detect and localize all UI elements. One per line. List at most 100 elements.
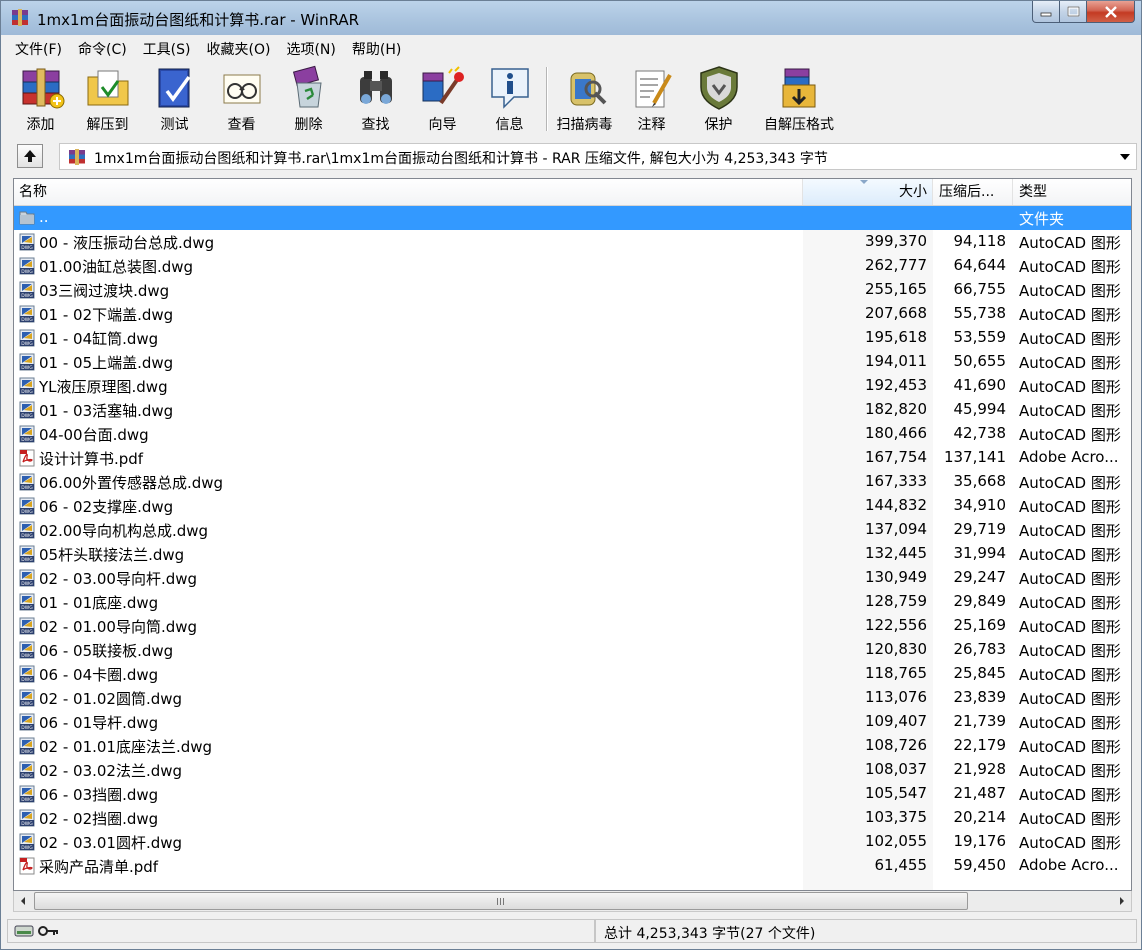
key-icon[interactable] [38,925,60,937]
sfx-button[interactable]: 自解压格式 [752,63,846,135]
file-type: AutoCAD 图形 [1019,786,1121,804]
file-row[interactable]: DWG 01 - 03活塞轴.dwg 182,820 45,994 AutoCAD 图形 [14,398,1131,422]
column-name[interactable]: 名称 [14,179,803,205]
file-row[interactable]: DWG 04-00台面.dwg 180,466 42,738 AutoCAD 图形 [14,422,1131,446]
sort-descending-icon [860,180,868,184]
file-row[interactable]: DWG 05杆头联接法兰.dwg 132,445 31,994 AutoCAD 图形 [14,542,1131,566]
file-row[interactable]: DWG 02 - 01.00导向筒.dwg 122,556 25,169 AutoCAD… [14,614,1131,638]
file-packed-size: 22,179 [953,736,1007,754]
scroll-left-button[interactable] [14,891,32,911]
file-size: 399,370 [864,232,927,250]
pdf-file-icon [19,449,35,467]
column-packed[interactable]: 压缩后... [933,179,1013,205]
up-one-level-button[interactable] [17,144,43,168]
info-button[interactable]: 信息 [476,63,543,135]
find-binoculars-icon [359,71,392,104]
file-row[interactable]: DWG 06 - 02支撑座.dwg 144,832 34,910 AutoCAD 图形 [14,494,1131,518]
chevron-down-icon[interactable] [1120,154,1130,160]
file-size: 192,453 [864,376,927,394]
file-list[interactable]: 名称 大小 压缩后... 类型 .. 文件夹 DWG 00 - 液压振动台总成.dwg… [13,178,1132,891]
file-row[interactable]: DWG 01 - 02下端盖.dwg 207,668 55,738 AutoCAD 图形 [14,302,1131,326]
view-button[interactable]: 查看 [208,63,275,135]
minimize-button[interactable] [1032,1,1060,23]
file-size: 180,466 [864,424,927,442]
pdf-file-icon [19,857,35,875]
file-row[interactable]: DWG 06 - 05联接板.dwg 120,830 26,783 AutoCAD 图形 [14,638,1131,662]
menu-options[interactable]: 选项(N) [278,37,343,61]
file-row[interactable]: DWG YL液压原理图.dwg 192,453 41,690 AutoCAD 图形 [14,374,1131,398]
svg-text:DWG: DWG [21,533,33,539]
delete-button[interactable]: 删除 [275,63,342,135]
protect-button[interactable]: 保护 [685,63,752,135]
file-packed-size: 55,738 [953,304,1007,322]
virus-scan-button[interactable]: 扫描病毒 [551,63,618,135]
file-row[interactable]: DWG 01 - 04缸筒.dwg 195,618 53,559 AutoCAD 图形 [14,326,1131,350]
comment-icon [635,70,672,108]
file-row[interactable]: DWG 02.00导向机构总成.dwg 137,094 29,719 AutoCAD 图… [14,518,1131,542]
file-type: 文件夹 [1019,210,1065,228]
column-type[interactable]: 类型 [1013,179,1131,205]
file-name: 03三阀过渡块.dwg [39,282,170,300]
scroll-right-button[interactable] [1113,891,1131,911]
file-name: 设计计算书.pdf [39,450,144,468]
file-name: 02.00导向机构总成.dwg [39,522,209,540]
dwg-file-icon: DWG [19,257,35,275]
menu-file[interactable]: 文件(F) [7,37,70,61]
file-packed-size: 64,644 [953,256,1007,274]
file-row[interactable]: 采购产品清单.pdf 61,455 59,450 Adobe Acro... [14,854,1131,878]
svg-text:DWG: DWG [21,629,33,635]
file-packed-size: 21,928 [953,760,1007,778]
file-size: 195,618 [864,328,927,346]
file-row[interactable]: DWG 01 - 05上端盖.dwg 194,011 50,655 AutoCAD 图形 [14,350,1131,374]
file-name: 02 - 01.02圆筒.dwg [39,690,183,708]
wizard-button[interactable]: 向导 [409,63,476,135]
file-row[interactable]: DWG 02 - 03.02法兰.dwg 108,037 21,928 AutoCAD … [14,758,1131,782]
file-type: Adobe Acro... [1019,856,1119,874]
file-packed-size: 94,118 [953,232,1007,250]
extract-folder-icon [87,70,128,106]
drive-icon[interactable] [14,925,34,937]
column-size[interactable]: 大小 [803,179,933,205]
menu-help[interactable]: 帮助(H) [344,37,409,61]
file-packed-size: 20,214 [953,808,1007,826]
title-bar[interactable]: 1mx1m台面振动台图纸和计算书.rar - WinRAR [1,1,1141,35]
file-type: AutoCAD 图形 [1019,666,1121,684]
maximize-button[interactable] [1060,1,1087,23]
file-name: 02 - 03.00导向杆.dwg [39,570,198,588]
close-button[interactable] [1087,1,1135,23]
file-row[interactable]: DWG 02 - 01.02圆筒.dwg 113,076 23,839 AutoCAD … [14,686,1131,710]
horizontal-scrollbar[interactable] [13,891,1132,912]
comment-button[interactable]: 注释 [618,63,685,135]
dwg-file-icon: DWG [19,665,35,683]
file-row[interactable]: DWG 01.00油缸总装图.dwg 262,777 64,644 AutoCAD 图形 [14,254,1131,278]
file-row[interactable]: DWG 01 - 01底座.dwg 128,759 29,849 AutoCAD 图形 [14,590,1131,614]
address-path-field[interactable]: 1mx1m台面振动台图纸和计算书.rar\1mx1m台面振动台图纸和计算书 - … [59,143,1137,170]
test-button[interactable]: 测试 [141,63,208,135]
file-row[interactable]: DWG 06.00外置传感器总成.dwg 167,333 35,668 AutoCAD … [14,470,1131,494]
extract-to-button[interactable]: 解压到 [74,63,141,135]
winrar-books-icon [12,9,28,26]
svg-text:DWG: DWG [21,749,33,755]
file-packed-size: 25,845 [953,664,1007,682]
window-controls [1032,1,1135,23]
file-type: AutoCAD 图形 [1019,402,1121,420]
menu-commands[interactable]: 命令(C) [70,37,135,61]
file-row[interactable]: DWG 06 - 03挡圈.dwg 105,547 21,487 AutoCAD 图形 [14,782,1131,806]
file-row[interactable]: DWG 02 - 03.01圆杆.dwg 102,055 19,176 AutoCAD … [14,830,1131,854]
add-button[interactable]: 添加 [7,63,74,135]
svg-text:DWG: DWG [21,653,33,659]
file-packed-size: 25,169 [953,616,1007,634]
scroll-thumb[interactable] [34,892,968,910]
file-row[interactable]: DWG 06 - 04卡圈.dwg 118,765 25,845 AutoCAD 图形 [14,662,1131,686]
find-button[interactable]: 查找 [342,63,409,135]
file-row[interactable]: DWG 06 - 01导杆.dwg 109,407 21,739 AutoCAD 图形 [14,710,1131,734]
parent-folder-row[interactable]: .. 文件夹 [14,206,1131,230]
menu-tools[interactable]: 工具(S) [135,37,199,61]
file-row[interactable]: 设计计算书.pdf 167,754 137,141 Adobe Acro... [14,446,1131,470]
file-row[interactable]: DWG 03三阀过渡块.dwg 255,165 66,755 AutoCAD 图形 [14,278,1131,302]
file-row[interactable]: DWG 00 - 液压振动台总成.dwg 399,370 94,118 AutoCAD … [14,230,1131,254]
menu-favorites[interactable]: 收藏夹(O) [199,37,279,61]
file-row[interactable]: DWG 02 - 02挡圈.dwg 103,375 20,214 AutoCAD 图形 [14,806,1131,830]
file-row[interactable]: DWG 02 - 01.01底座法兰.dwg 108,726 22,179 AutoCA… [14,734,1131,758]
file-row[interactable]: DWG 02 - 03.00导向杆.dwg 130,949 29,247 AutoCAD… [14,566,1131,590]
